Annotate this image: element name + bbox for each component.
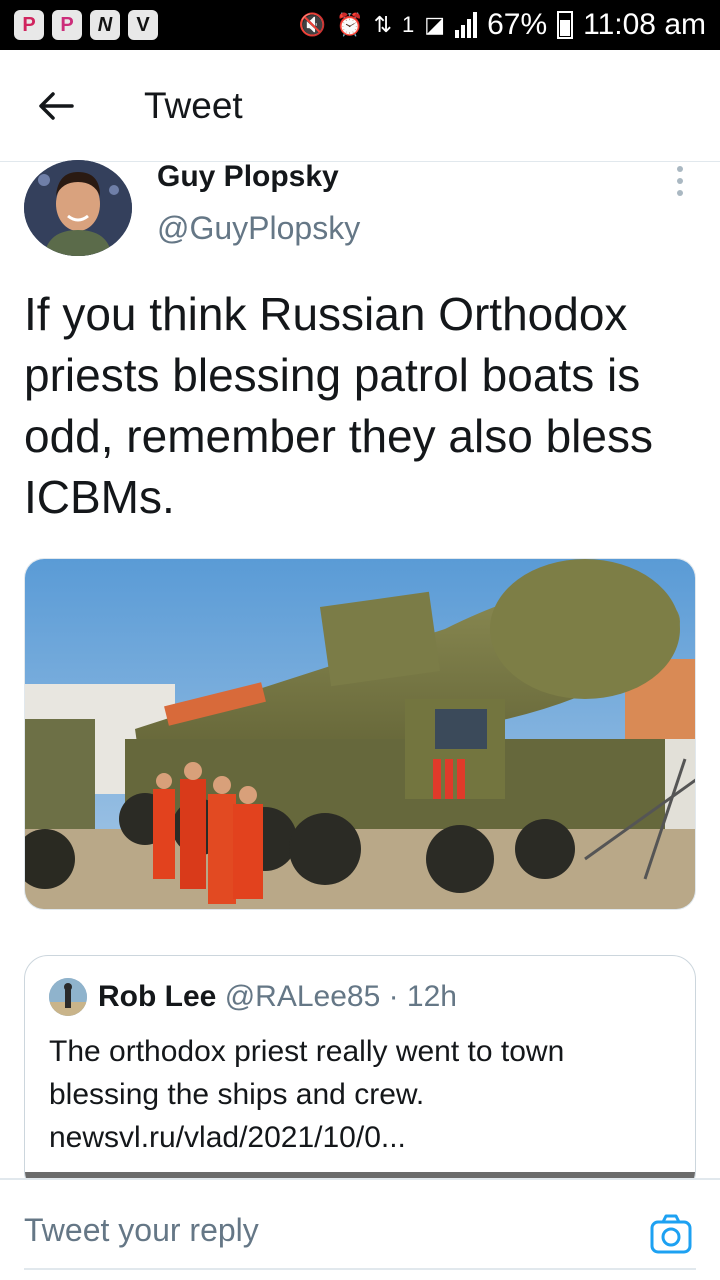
mute-icon: 🔇 — [298, 12, 327, 37]
top-app-bar: Tweet — [0, 50, 720, 162]
author-name[interactable]: Guy Plopsky — [157, 160, 339, 194]
tweet-text: If you think Russian Orthodox priests bl… — [24, 288, 653, 523]
arrow-left-icon — [39, 91, 74, 120]
quoted-author-meta: @RALee85 · 12h — [224, 980, 457, 1013]
more-dot — [677, 178, 683, 184]
camera-icon — [650, 1214, 692, 1254]
news-notification-icon: N — [90, 10, 120, 40]
more-dot — [677, 166, 683, 172]
quoted-author-line: Rob Lee @RALee85 · 12h — [98, 980, 457, 1014]
reply-divider — [24, 1268, 696, 1270]
page-title: Tweet — [144, 84, 243, 126]
quoted-tweet-text: The orthodox priest really went to town … — [49, 1030, 679, 1159]
reply-bar: Tweet your reply — [0, 1178, 720, 1280]
status-bar: P P N V 🔇 ⏰ ⇅ 1 ◪ 67% 11:08 am — [0, 0, 720, 50]
battery-icon — [557, 11, 574, 39]
avatar-image — [24, 160, 132, 256]
sim-card-icon: ◪ — [424, 12, 446, 37]
quoted-author-avatar — [49, 978, 87, 1016]
battery-percent: 67% — [487, 8, 548, 41]
system-icons: 🔇 ⏰ ⇅ 1 ◪ 67% 11:08 am — [299, 8, 706, 42]
more-dot — [677, 190, 683, 196]
notification-icons: P P N V — [14, 10, 158, 40]
more-options-button[interactable] — [668, 166, 692, 196]
pinterest-notification-icon: P — [14, 10, 44, 40]
tweet-photo[interactable] — [24, 558, 696, 910]
reply-input[interactable]: Tweet your reply — [24, 1212, 259, 1249]
quoted-tweet-link[interactable]: newsvl.ru/vlad/2021/10/0... — [49, 1116, 679, 1159]
pinterest-notification-icon-2: P — [52, 10, 82, 40]
clock: 11:08 am — [583, 8, 706, 41]
author-handle[interactable]: @GuyPlopsky — [157, 210, 360, 247]
author-avatar[interactable] — [24, 160, 132, 256]
back-button[interactable] — [0, 50, 112, 162]
missile-launcher-photo — [25, 559, 695, 909]
alarm-icon: ⏰ — [336, 12, 364, 37]
quoted-tweet[interactable]: Rob Lee @RALee85 · 12h The orthodox prie… — [24, 955, 696, 1195]
quoted-author-name: Rob Lee — [98, 980, 217, 1013]
quoted-tweet-body: The orthodox priest really went to town … — [49, 1035, 565, 1111]
data-transfer-icon: ⇅ — [373, 12, 393, 37]
camera-button[interactable] — [650, 1214, 692, 1254]
signal-icon — [455, 12, 478, 38]
sim-icon: 1 — [402, 12, 415, 37]
v-notification-icon: V — [128, 10, 158, 40]
quoted-avatar-image — [49, 978, 87, 1016]
